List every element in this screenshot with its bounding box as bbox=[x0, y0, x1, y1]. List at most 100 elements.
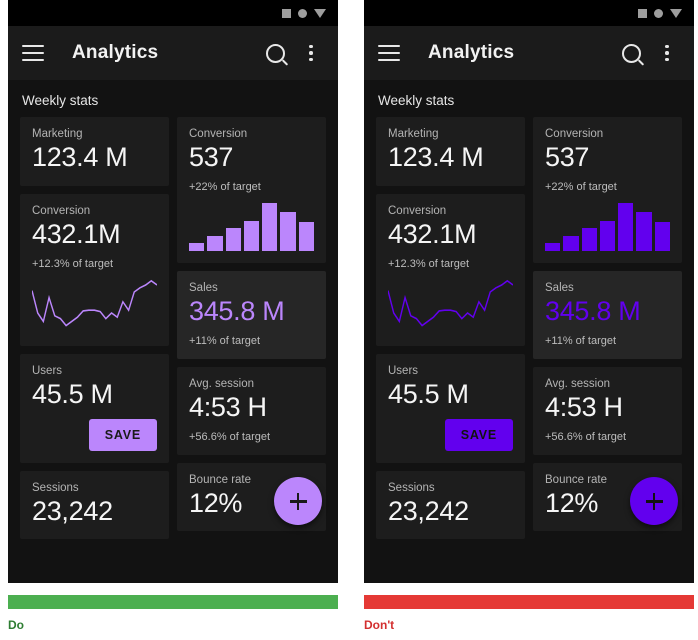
search-button[interactable] bbox=[262, 43, 288, 63]
card-conversion-left[interactable]: Conversion 432.1M +12.3% of target bbox=[376, 193, 525, 346]
card-subtext: +56.6% of target bbox=[545, 430, 627, 443]
save-button[interactable]: SAVE bbox=[88, 418, 157, 451]
card-label: Sales bbox=[545, 281, 574, 294]
card-value: 23,242 bbox=[388, 495, 469, 526]
card-avg-session[interactable]: Avg. session 4:53 H +56.6% of target bbox=[177, 366, 326, 455]
card-label: Conversion bbox=[388, 204, 447, 217]
card-value: 123.4 M bbox=[32, 142, 128, 172]
caption-label: Do bbox=[8, 618, 24, 632]
card-label: Users bbox=[32, 364, 63, 377]
card-label: Marketing bbox=[32, 128, 83, 140]
example-dont: Analytics Weekly stats Marketing 123.4 M… bbox=[364, 0, 698, 640]
bar-chart-bar bbox=[636, 212, 652, 251]
bar-chart-bar bbox=[563, 235, 579, 251]
page-title: Analytics bbox=[428, 42, 515, 63]
card-label: Sessions bbox=[32, 481, 79, 494]
status-rule bbox=[8, 595, 338, 609]
bar-chart-bar bbox=[280, 212, 296, 251]
card-conversion-left[interactable]: Conversion 432.1M +12.3% of target bbox=[20, 193, 169, 346]
card-users[interactable]: Users 45.5 M SAVE bbox=[20, 353, 169, 463]
card-label: Avg. session bbox=[189, 377, 254, 390]
card-sales[interactable]: Sales 345.8 M +11% of target bbox=[177, 270, 326, 359]
stats-grid: Marketing 123.4 M Conversion 432.1M +12.… bbox=[364, 117, 694, 540]
card-value: 432.1M bbox=[32, 218, 121, 249]
plus-icon bbox=[645, 492, 663, 510]
square-icon bbox=[638, 8, 647, 18]
status-rule bbox=[364, 595, 694, 609]
card-actions: SAVE bbox=[32, 418, 157, 451]
do-dont-comparison-board: Analytics Weekly stats Marketing 123.4 M… bbox=[0, 0, 698, 640]
stats-column-right: Conversion 537 +22% of target Sales 345.… bbox=[177, 117, 326, 539]
card-sessions[interactable]: Sessions 23,242 bbox=[20, 470, 169, 540]
overflow-menu-icon bbox=[309, 44, 313, 62]
card-label: Sessions bbox=[388, 481, 435, 494]
card-value: 345.8 M bbox=[189, 295, 285, 326]
sparkline-chart bbox=[388, 279, 513, 327]
card-value: 45.5 M bbox=[388, 378, 469, 409]
card-value: 23,242 bbox=[32, 495, 113, 526]
card-label: Marketing bbox=[388, 128, 439, 140]
card-subtext: +56.6% of target bbox=[189, 430, 271, 443]
card-value: 345.8 M bbox=[545, 295, 641, 326]
search-icon bbox=[265, 43, 285, 63]
card-actions: SAVE bbox=[388, 418, 513, 451]
plus-icon bbox=[289, 492, 307, 510]
save-button[interactable]: SAVE bbox=[444, 418, 513, 451]
card-label: Avg. session bbox=[545, 377, 610, 390]
scroll-content[interactable]: Weekly stats Marketing 123.4 M Conversio… bbox=[364, 80, 694, 540]
card-users[interactable]: Users 45.5 M SAVE bbox=[376, 353, 525, 463]
card-subtext: +22% of target bbox=[545, 180, 617, 193]
bar-chart-bar bbox=[262, 202, 278, 251]
card-value: 45.5 M bbox=[32, 378, 113, 409]
bar-chart bbox=[189, 202, 314, 251]
card-value: 537 bbox=[545, 142, 590, 172]
overflow-menu-button[interactable] bbox=[298, 44, 324, 62]
bar-chart-bar bbox=[243, 220, 260, 251]
card-label: Conversion bbox=[545, 128, 604, 140]
bar-chart-bar bbox=[599, 220, 616, 251]
app-bar: Analytics bbox=[364, 26, 694, 80]
card-sales[interactable]: Sales 345.8 M +11% of target bbox=[533, 270, 682, 359]
card-label: Conversion bbox=[189, 128, 248, 140]
search-button[interactable] bbox=[618, 43, 644, 63]
scroll-content[interactable]: Weekly stats Marketing 123.4 M Conversio… bbox=[8, 80, 338, 540]
card-marketing[interactable]: Marketing 123.4 M bbox=[376, 117, 525, 186]
card-label: Sales bbox=[189, 281, 218, 294]
search-icon bbox=[621, 43, 641, 63]
card-subtext: +11% of target bbox=[545, 334, 617, 347]
card-conversion-right[interactable]: Conversion 537 +22% of target bbox=[533, 117, 682, 263]
card-conversion-right[interactable]: Conversion 537 +22% of target bbox=[177, 117, 326, 263]
app-bar: Analytics bbox=[8, 26, 338, 80]
overflow-menu-icon bbox=[665, 44, 669, 62]
triangle-down-icon bbox=[670, 8, 682, 18]
card-value: 432.1M bbox=[388, 218, 477, 249]
card-sessions[interactable]: Sessions 23,242 bbox=[376, 470, 525, 540]
bar-chart-bar bbox=[298, 222, 314, 251]
stats-column-right: Conversion 537 +22% of target Sales 345.… bbox=[533, 117, 682, 539]
overflow-menu-button[interactable] bbox=[654, 44, 680, 62]
circle-icon bbox=[654, 8, 663, 18]
card-value: 123.4 M bbox=[388, 142, 484, 172]
page-title: Analytics bbox=[72, 42, 159, 63]
bar-chart-bar bbox=[225, 227, 241, 251]
square-icon bbox=[282, 8, 291, 18]
status-bar bbox=[364, 0, 694, 26]
card-value: 4:53 H bbox=[189, 391, 267, 422]
bar-chart-bar bbox=[654, 222, 670, 251]
card-marketing[interactable]: Marketing 123.4 M bbox=[20, 117, 169, 186]
hamburger-menu-icon[interactable] bbox=[378, 45, 400, 61]
card-avg-session[interactable]: Avg. session 4:53 H +56.6% of target bbox=[533, 366, 682, 455]
card-subtext: +12.3% of target bbox=[388, 257, 470, 270]
bar-chart-bar bbox=[618, 202, 634, 251]
bar-chart-bar bbox=[189, 242, 205, 251]
section-title: Weekly stats bbox=[22, 93, 99, 108]
card-label: Conversion bbox=[32, 204, 91, 217]
card-label: Users bbox=[388, 364, 419, 377]
stats-grid: Marketing 123.4 M Conversion 432.1M +12.… bbox=[8, 117, 338, 540]
stats-column-left: Marketing 123.4 M Conversion 432.1M +12.… bbox=[20, 117, 169, 540]
phone-mockup-dont: Analytics Weekly stats Marketing 123.4 M… bbox=[364, 0, 694, 583]
bar-chart-bar bbox=[545, 242, 561, 251]
phone-mockup-do: Analytics Weekly stats Marketing 123.4 M… bbox=[8, 0, 338, 583]
hamburger-menu-icon[interactable] bbox=[22, 45, 44, 61]
bar-chart bbox=[545, 202, 670, 251]
